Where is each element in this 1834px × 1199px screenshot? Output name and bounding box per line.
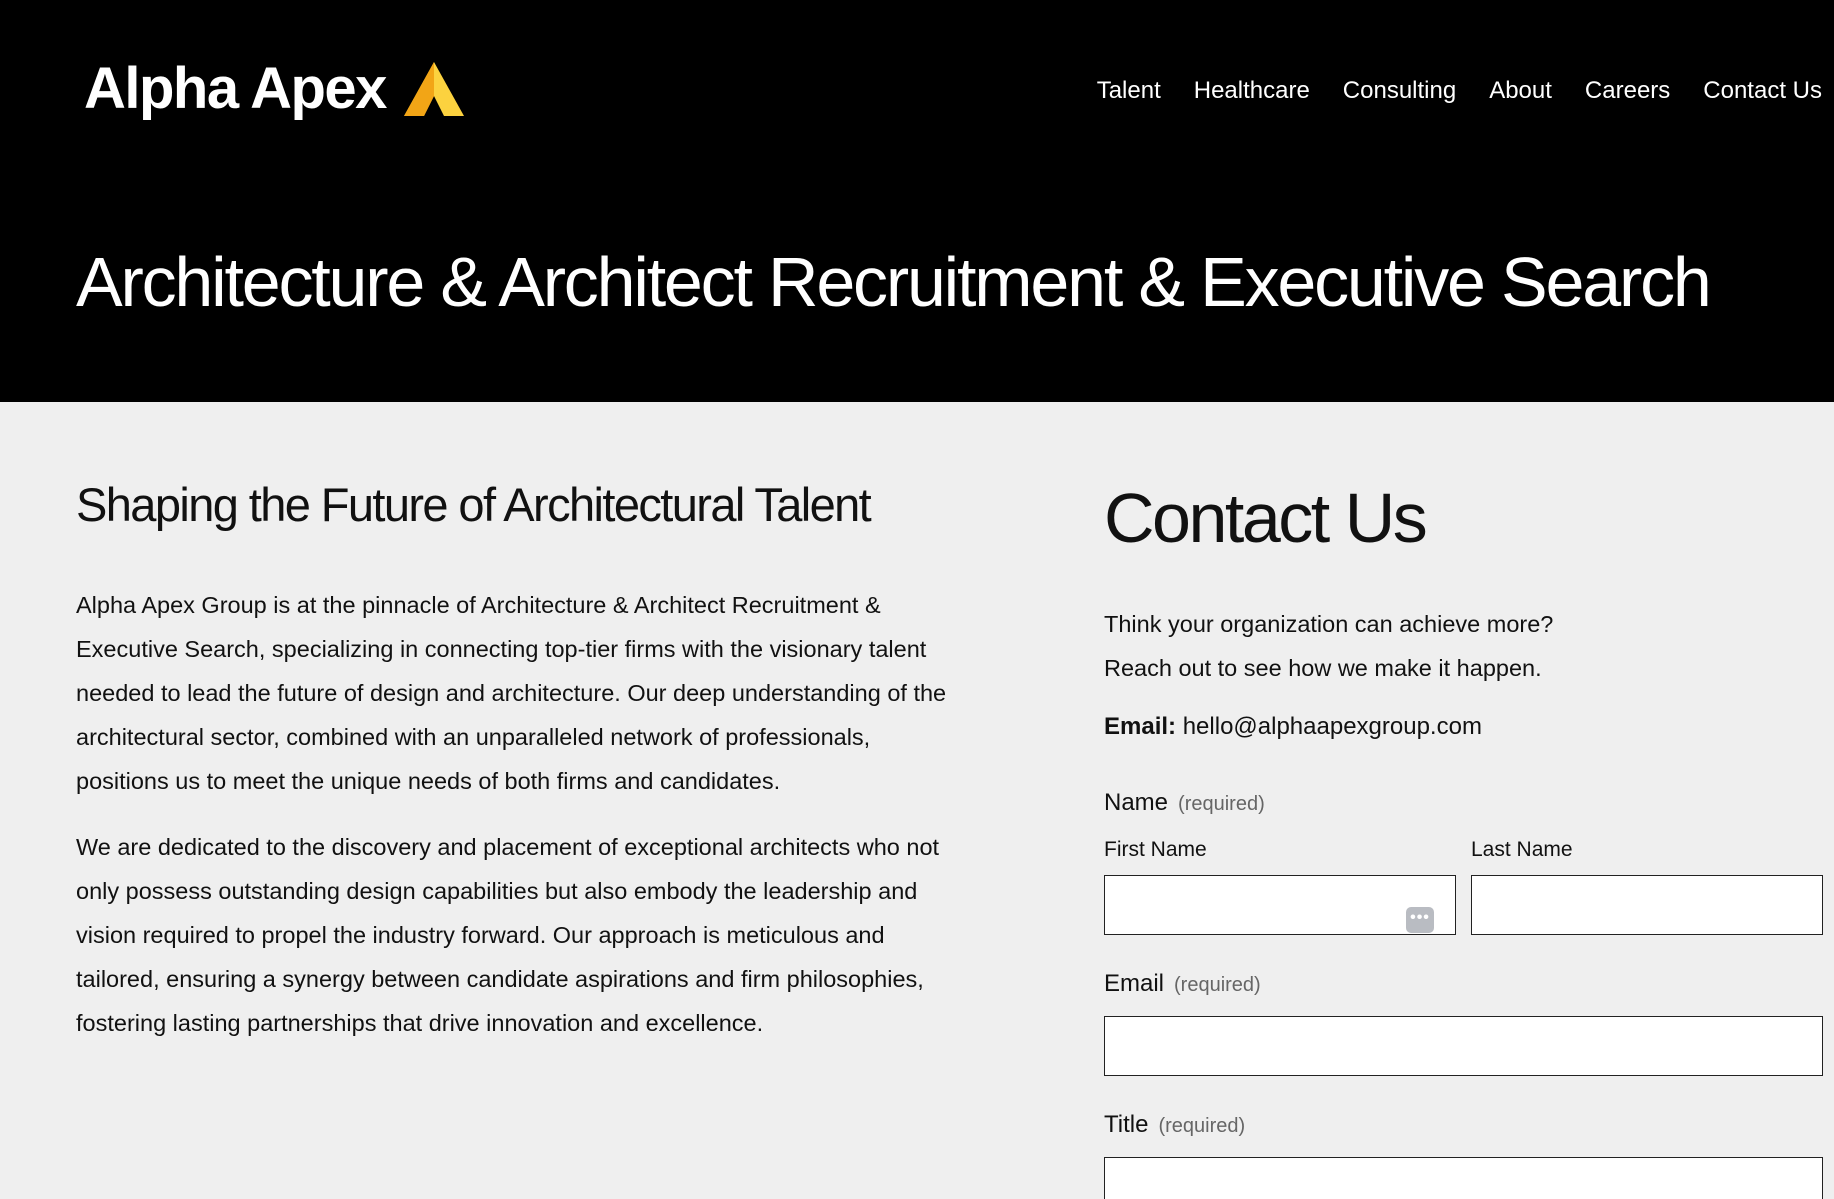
email-field: Email (required) — [1104, 969, 1824, 1076]
title-required-hint: (required) — [1158, 1115, 1246, 1137]
nav-contact-us[interactable]: Contact Us — [1703, 74, 1822, 108]
title-label: Title — [1104, 1111, 1149, 1138]
contact-intro: Think your organization can achieve more… — [1104, 602, 1824, 690]
password-manager-icon[interactable]: ••• — [1406, 907, 1434, 933]
email-required-hint: (required) — [1174, 974, 1261, 996]
nav-talent[interactable]: Talent — [1097, 74, 1161, 108]
nav-consulting[interactable]: Consulting — [1343, 74, 1456, 108]
site-logo[interactable]: Alpha Apex — [84, 54, 464, 124]
page-title: Architecture & Architect Recruitment & E… — [76, 243, 1712, 321]
contact-email-link[interactable]: hello@alphaapexgroup.com — [1183, 713, 1482, 740]
main-nav: Talent Healthcare Consulting About Caree… — [1064, 74, 1822, 108]
name-label: Name — [1104, 789, 1169, 816]
nav-about[interactable]: About — [1489, 74, 1552, 108]
nav-careers[interactable]: Careers — [1585, 74, 1670, 108]
name-required-hint: (required) — [1178, 793, 1265, 815]
apex-triangle-icon — [403, 62, 464, 116]
email-input[interactable] — [1104, 1016, 1823, 1076]
email-field-label: Email (required) — [1104, 969, 1824, 1000]
title-input[interactable] — [1104, 1157, 1823, 1199]
title-field: Title (required) — [1104, 1110, 1824, 1199]
first-name-label: First Name — [1104, 838, 1207, 861]
first-name-input[interactable] — [1104, 875, 1456, 935]
nav-healthcare[interactable]: Healthcare — [1194, 74, 1310, 108]
about-section: Shaping the Future of Architectural Tale… — [76, 475, 956, 1067]
contact-heading: Contact Us — [1104, 479, 1428, 557]
about-paragraph-1: Alpha Apex Group is at the pinnacle of A… — [76, 592, 947, 794]
last-name-input[interactable] — [1471, 875, 1823, 935]
contact-form: Name (required) First Name Last Name Emai… — [1104, 788, 1824, 1199]
contact-email-line: Email: hello@alphaapexgroup.com — [1104, 710, 1824, 744]
title-field-label: Title (required) — [1104, 1110, 1824, 1141]
name-field-label: Name (required) — [1104, 788, 1824, 819]
hero-section: Alpha Apex Talent Healthcare Consulting … — [0, 0, 1834, 402]
last-name-label: Last Name — [1471, 838, 1573, 861]
about-paragraph-2: We are dedicated to the discovery and pl… — [76, 834, 940, 1036]
name-inputs-row — [1104, 875, 1824, 935]
email-label: Email — [1104, 970, 1165, 997]
contact-intro-line-2: Reach out to see how we make it happen. — [1104, 655, 1542, 681]
contact-email-label: Email: — [1104, 713, 1177, 740]
contact-section: Contact Us Think your organization can a… — [1104, 478, 1824, 1199]
brand-name: Alpha Apex — [84, 56, 387, 121]
about-heading: Shaping the Future of Architectural Tale… — [76, 478, 872, 531]
name-sublabels: First Name Last Name — [1104, 835, 1824, 865]
contact-intro-line-1: Think your organization can achieve more… — [1104, 611, 1554, 637]
